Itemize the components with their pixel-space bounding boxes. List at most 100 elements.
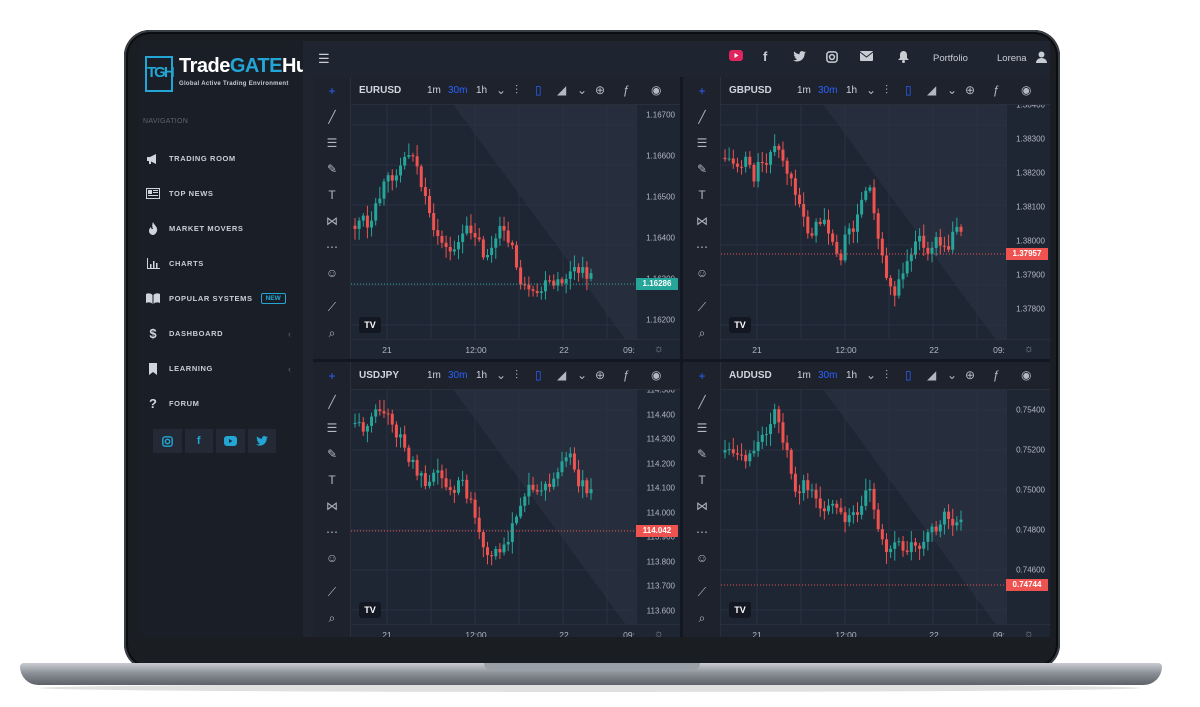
interval-dropdown-icon[interactable]: ⌄ — [866, 83, 876, 97]
twitter-icon[interactable] — [247, 429, 276, 453]
price-plot[interactable] — [351, 390, 636, 624]
chart-type-dropdown-icon[interactable]: ⌄ — [947, 368, 957, 382]
mail-icon[interactable] — [860, 51, 873, 61]
sidebar-item-trading-room[interactable]: TRADING ROOM — [139, 141, 303, 176]
price-plot[interactable] — [721, 105, 1006, 339]
timeframe-30m[interactable]: 30m — [448, 370, 467, 381]
facebook-icon[interactable]: f — [763, 49, 767, 64]
brush-icon[interactable]: ✎ — [683, 159, 721, 179]
sidebar-item-learning[interactable]: LEARNING ‹ — [139, 351, 303, 386]
price-axis[interactable]: 1.38400 1.38300 1.38200 1.38100 1.38000 1.379… — [1006, 101, 1050, 339]
brush-icon[interactable]: ✎ — [313, 159, 351, 179]
timeframe-1m[interactable]: 1m — [427, 370, 441, 381]
indicators-icon[interactable]: ƒ — [993, 83, 1000, 97]
text-icon[interactable]: T — [313, 470, 351, 490]
camera-icon[interactable]: ◉ — [1021, 368, 1031, 382]
ruler-icon[interactable]: ⟋ — [683, 582, 721, 602]
sidebar-item-charts[interactable]: CHARTS — [139, 246, 303, 281]
pattern-icon[interactable]: ⋈ — [683, 211, 721, 231]
zoom-in-icon[interactable]: ⌕ — [683, 323, 721, 343]
chart-pane-audusd[interactable]: 0.75400 0.75200 0.75000 0.74800 0.74600 0.747… — [683, 362, 1050, 637]
user-name[interactable]: Lorena — [997, 53, 1027, 64]
ruler-icon[interactable]: ⟋ — [313, 297, 351, 317]
timeframe-1h[interactable]: 1h — [846, 370, 857, 381]
symbol-label[interactable]: USDJPY — [359, 370, 399, 381]
indicators-icon[interactable]: ƒ — [623, 83, 630, 97]
text-icon[interactable]: T — [683, 470, 721, 490]
time-axis[interactable]: 21 12:00 22 09: ☼ — [351, 624, 680, 637]
symbol-label[interactable]: EURUSD — [359, 85, 401, 96]
zoom-in-icon[interactable]: ⌕ — [683, 608, 721, 628]
symbol-label[interactable]: AUDUSD — [729, 370, 772, 381]
fib-icon[interactable]: ☰ — [313, 133, 351, 153]
compare-icon[interactable]: ⊕ — [965, 368, 975, 382]
text-icon[interactable]: T — [683, 185, 721, 205]
chart-pane-usdjpy[interactable]: 114.500 114.400 114.300 114.200 114.100 114.0… — [313, 362, 680, 637]
timeframe-30m[interactable]: 30m — [448, 85, 467, 96]
emoji-icon[interactable]: ☺ — [313, 548, 351, 568]
fib-icon[interactable]: ☰ — [683, 133, 721, 153]
zoom-in-icon[interactable]: ⌕ — [313, 608, 351, 628]
brand-logo[interactable]: TGH TradeGATEHub Global Active Trading E… — [145, 55, 320, 95]
area-chart-icon[interactable]: ◢ — [557, 368, 566, 382]
timeframe-1h[interactable]: 1h — [476, 85, 487, 96]
bar-style-icon[interactable]: ⫶ — [885, 83, 888, 98]
gear-icon[interactable]: ☼ — [1024, 343, 1034, 355]
bell-icon[interactable] — [898, 51, 909, 63]
instagram-icon[interactable] — [826, 51, 838, 63]
timeframe-30m[interactable]: 30m — [818, 370, 837, 381]
chart-pane-gbpusd[interactable]: 1.38400 1.38300 1.38200 1.38100 1.38000 1.379… — [683, 77, 1050, 359]
bar-style-icon[interactable]: ⫶ — [515, 368, 518, 383]
fib-icon[interactable]: ☰ — [683, 418, 721, 438]
tradingview-logo-icon[interactable]: TV — [729, 317, 751, 333]
twitter-icon[interactable] — [793, 51, 806, 62]
trend-line-icon[interactable]: ╱ — [683, 107, 721, 127]
youtube-icon[interactable] — [216, 429, 245, 453]
candles-icon[interactable]: ▯ — [905, 83, 912, 97]
menu-icon[interactable]: ☰ — [318, 51, 330, 67]
candles-icon[interactable]: ▯ — [535, 83, 542, 97]
camera-icon[interactable]: ◉ — [651, 368, 661, 382]
facebook-icon[interactable]: f — [184, 429, 213, 453]
pattern-icon[interactable]: ⋈ — [313, 496, 351, 516]
interval-dropdown-icon[interactable]: ⌄ — [496, 368, 506, 382]
timeframe-1m[interactable]: 1m — [797, 85, 811, 96]
prediction-icon[interactable]: ⋯ — [313, 237, 351, 257]
prediction-icon[interactable]: ⋯ — [683, 237, 721, 257]
camera-icon[interactable]: ◉ — [651, 83, 661, 97]
fib-icon[interactable]: ☰ — [313, 418, 351, 438]
timeframe-1m[interactable]: 1m — [797, 370, 811, 381]
price-axis[interactable]: 0.75400 0.75200 0.75000 0.74800 0.74600 0.747… — [1006, 390, 1050, 624]
prediction-icon[interactable]: ⋯ — [683, 522, 721, 542]
bar-style-icon[interactable]: ⫶ — [885, 368, 888, 383]
tradingview-logo-icon[interactable]: TV — [729, 602, 751, 618]
interval-dropdown-icon[interactable]: ⌄ — [496, 83, 506, 97]
chart-pane-eurusd[interactable]: 1.167001.166001.165001.164001.163001.162… — [313, 77, 680, 359]
time-axis[interactable]: 21 12:00 22 09: ☼ — [351, 339, 680, 359]
text-icon[interactable]: T — [313, 185, 351, 205]
ruler-icon[interactable]: ⟋ — [313, 582, 351, 602]
sidebar-item-popular-systems[interactable]: POPULAR SYSTEMS NEW — [139, 281, 303, 316]
sidebar-item-top-news[interactable]: TOP NEWS — [139, 176, 303, 211]
sidebar-item-market-movers[interactable]: MARKET MOVERS — [139, 211, 303, 246]
emoji-icon[interactable]: ☺ — [313, 263, 351, 283]
candles-icon[interactable]: ▯ — [535, 368, 542, 382]
chart-type-dropdown-icon[interactable]: ⌄ — [577, 368, 587, 382]
crosshair-icon[interactable]: + — [683, 366, 721, 386]
youtube-icon[interactable] — [729, 50, 743, 61]
price-axis[interactable]: 1.167001.166001.165001.164001.163001.162… — [636, 105, 680, 339]
candles-icon[interactable]: ▯ — [905, 368, 912, 382]
chart-type-dropdown-icon[interactable]: ⌄ — [947, 83, 957, 97]
timeframe-30m[interactable]: 30m — [818, 85, 837, 96]
brush-icon[interactable]: ✎ — [683, 444, 721, 464]
price-plot[interactable] — [721, 390, 1006, 624]
camera-icon[interactable]: ◉ — [1021, 83, 1031, 97]
price-plot[interactable] — [351, 105, 636, 339]
compare-icon[interactable]: ⊕ — [965, 83, 975, 97]
instagram-icon[interactable] — [153, 429, 182, 453]
trend-line-icon[interactable]: ╱ — [683, 392, 721, 412]
area-chart-icon[interactable]: ◢ — [557, 83, 566, 97]
sidebar-item-dashboard[interactable]: $ DASHBOARD ‹ — [139, 316, 303, 351]
tradingview-logo-icon[interactable]: TV — [359, 602, 381, 618]
trend-line-icon[interactable]: ╱ — [313, 107, 351, 127]
